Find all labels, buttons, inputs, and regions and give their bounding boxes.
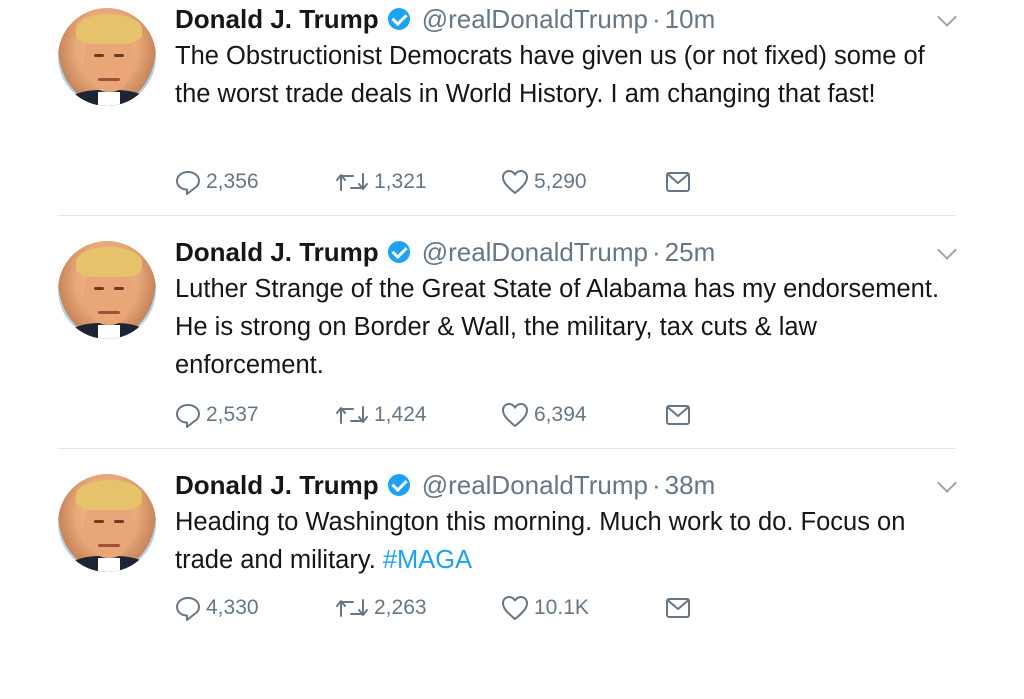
- direct-message-button[interactable]: [665, 168, 691, 196]
- author-handle[interactable]: @realDonaldTrump: [422, 4, 648, 35]
- retweet-count: 2,263: [374, 596, 427, 619]
- reply-count: 2,537: [206, 403, 259, 426]
- like-count: 6,394: [534, 403, 587, 426]
- envelope-icon: [666, 172, 690, 192]
- tweet-header: Donald J. Trump @realDonaldTrump · 10m: [175, 4, 715, 34]
- avatar[interactable]: [58, 474, 156, 572]
- timestamp[interactable]: 38m: [665, 470, 716, 501]
- divider: [58, 215, 956, 216]
- reply-icon: [176, 404, 200, 428]
- author-handle[interactable]: @realDonaldTrump: [422, 470, 648, 501]
- avatar[interactable]: [58, 8, 156, 106]
- tweet[interactable]: Donald J. Trump @realDonaldTrump · 10m T…: [0, 0, 1024, 233]
- tweet-timeline: Donald J. Trump @realDonaldTrump · 10m T…: [0, 0, 1024, 636]
- author-handle[interactable]: @realDonaldTrump: [422, 237, 648, 268]
- timestamp[interactable]: 10m: [665, 4, 716, 35]
- retweet-icon: [336, 406, 368, 424]
- chevron-down-icon[interactable]: [937, 473, 957, 493]
- author-name[interactable]: Donald J. Trump: [175, 237, 379, 268]
- separator-dot: ·: [651, 236, 661, 267]
- retweet-count: 1,424: [374, 403, 427, 426]
- hashtag-link[interactable]: #MAGA: [383, 546, 472, 574]
- reply-icon: [176, 597, 200, 621]
- tweet-actions: 4,330 2,263 10.1K: [175, 594, 715, 624]
- tweet-body: The Obstructionist Democrats have given …: [175, 42, 925, 108]
- tweet-text: Heading to Washington this morning. Much…: [175, 503, 965, 579]
- retweet-icon: [336, 599, 368, 617]
- divider: [58, 448, 956, 449]
- verified-badge-icon: [387, 474, 410, 496]
- reply-button[interactable]: 2,537: [175, 401, 259, 429]
- reply-count: 2,356: [206, 170, 259, 193]
- like-count: 5,290: [534, 170, 587, 193]
- direct-message-button[interactable]: [665, 594, 691, 622]
- author-name[interactable]: Donald J. Trump: [175, 4, 379, 35]
- tweet-actions: 2,537 1,424 6,394: [175, 401, 715, 431]
- reply-count: 4,330: [206, 596, 259, 619]
- chevron-down-icon[interactable]: [937, 7, 957, 27]
- retweet-button[interactable]: 1,321: [335, 168, 427, 196]
- tweet-actions: 2,356 1,321 5,290: [175, 168, 715, 198]
- heart-icon: [502, 596, 528, 620]
- tweet-text: The Obstructionist Democrats have given …: [175, 37, 965, 113]
- tweet[interactable]: Donald J. Trump @realDonaldTrump · 38m H…: [0, 466, 1024, 699]
- tweet-header: Donald J. Trump @realDonaldTrump · 25m: [175, 237, 715, 267]
- reply-icon: [176, 171, 200, 195]
- envelope-icon: [666, 405, 690, 425]
- reply-button[interactable]: 2,356: [175, 168, 259, 196]
- retweet-icon: [336, 173, 368, 191]
- separator-dot: ·: [651, 3, 661, 34]
- tweet-body: Luther Strange of the Great State of Ala…: [175, 275, 940, 379]
- chevron-down-icon[interactable]: [937, 240, 957, 260]
- envelope-icon: [666, 598, 690, 618]
- tweet[interactable]: Donald J. Trump @realDonaldTrump · 25m L…: [0, 233, 1024, 466]
- direct-message-button[interactable]: [665, 401, 691, 429]
- reply-button[interactable]: 4,330: [175, 594, 259, 622]
- retweet-button[interactable]: 2,263: [335, 594, 427, 622]
- like-count: 10.1K: [534, 596, 589, 619]
- avatar[interactable]: [58, 241, 156, 339]
- retweet-count: 1,321: [374, 170, 427, 193]
- heart-icon: [502, 403, 528, 427]
- verified-badge-icon: [387, 8, 410, 30]
- verified-badge-icon: [387, 241, 410, 263]
- like-button[interactable]: 6,394: [501, 401, 587, 429]
- tweet-header: Donald J. Trump @realDonaldTrump · 38m: [175, 470, 715, 500]
- tweet-text: Luther Strange of the Great State of Ala…: [175, 270, 965, 384]
- like-button[interactable]: 5,290: [501, 168, 587, 196]
- separator-dot: ·: [651, 469, 661, 500]
- heart-icon: [502, 170, 528, 194]
- retweet-button[interactable]: 1,424: [335, 401, 427, 429]
- like-button[interactable]: 10.1K: [501, 594, 589, 622]
- author-name[interactable]: Donald J. Trump: [175, 470, 379, 501]
- tweet-body: Heading to Washington this morning. Much…: [175, 508, 906, 574]
- timestamp[interactable]: 25m: [665, 237, 716, 268]
